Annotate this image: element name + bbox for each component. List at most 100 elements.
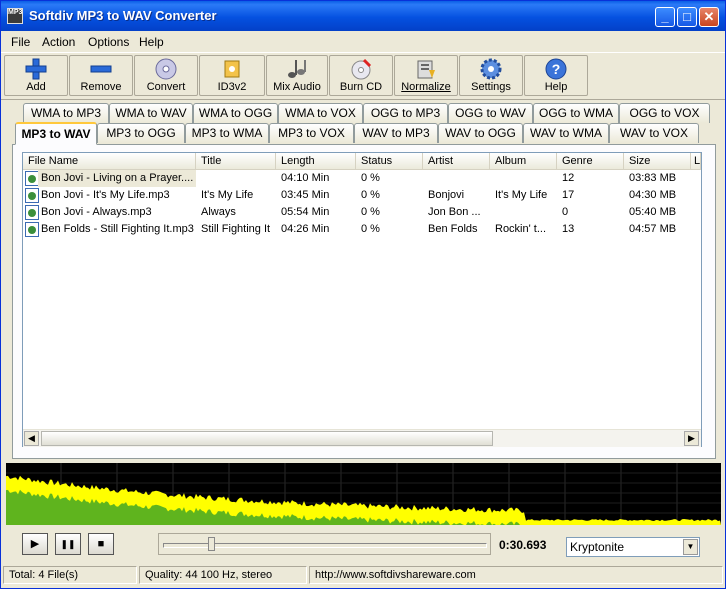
stop-button[interactable]: ■ xyxy=(88,533,114,555)
tab-ogg-to-mp3[interactable]: OGG to MP3 xyxy=(363,103,448,123)
remove-label: Remove xyxy=(80,81,122,93)
col-album[interactable]: Album xyxy=(490,153,557,169)
tab-mp3-to-wav[interactable]: MP3 to WAV xyxy=(15,122,97,145)
id3-tag-icon xyxy=(224,60,240,78)
tab-wav-to-vox[interactable]: WAV to VOX xyxy=(609,123,699,143)
tab-wav-to-mp3[interactable]: WAV to MP3 xyxy=(354,123,438,143)
horizontal-scrollbar[interactable]: ◀ ▶ xyxy=(23,429,701,447)
col-status[interactable]: Status xyxy=(356,153,423,169)
add-label: Add xyxy=(26,81,46,93)
cell-size: 04:30 MB xyxy=(629,189,677,201)
col-title[interactable]: Title xyxy=(196,153,276,169)
tab-wav-to-ogg[interactable]: WAV to OGG xyxy=(438,123,523,143)
cell-length: 04:26 Min xyxy=(281,223,330,235)
mp3-file-icon xyxy=(25,205,39,220)
cell-status: 0 % xyxy=(361,172,380,184)
tab-ogg-to-wma[interactable]: OGG to WMA xyxy=(533,103,619,123)
table-row[interactable]: Bon Jovi - Always.mp3 Always 05:54 Min 0… xyxy=(23,204,701,221)
remove-button[interactable]: Remove xyxy=(69,55,133,96)
cell-file-name: Ben Folds - Still Fighting It.mp3 xyxy=(41,223,194,235)
pause-button[interactable]: ❚❚ xyxy=(55,533,81,555)
table-row[interactable]: Bon Jovi - Living on a Prayer.... 04:10 … xyxy=(23,170,701,187)
normalize-button[interactable]: Normalize xyxy=(394,55,458,96)
cell-album xyxy=(490,170,557,187)
scroll-thumb[interactable] xyxy=(41,431,493,446)
tab-wma-to-wav[interactable]: WMA to WAV xyxy=(109,103,193,123)
scroll-left-button[interactable]: ◀ xyxy=(24,431,39,446)
stop-icon: ■ xyxy=(97,538,105,550)
col-size[interactable]: Size xyxy=(624,153,691,169)
cell-title: Still Fighting It xyxy=(201,223,271,235)
status-total-files: Total: 4 File(s) xyxy=(3,566,137,584)
window-title: Softdiv MP3 to WAV Converter xyxy=(29,8,217,23)
tab-panel: File Name Title Length Status Artist Alb… xyxy=(12,144,716,459)
help-button[interactable]: ? Help xyxy=(524,55,588,96)
cell-size: 04:57 MB xyxy=(629,223,677,235)
cell-genre: 0 xyxy=(562,206,569,218)
mix-audio-button[interactable]: Mix Audio xyxy=(266,55,328,96)
tab-mp3-to-ogg[interactable]: MP3 to OGG xyxy=(97,123,185,143)
chevron-down-icon[interactable]: ▼ xyxy=(683,539,698,555)
close-button[interactable]: ✕ xyxy=(699,7,719,27)
col-genre[interactable]: Genre xyxy=(557,153,624,169)
normalize-icon xyxy=(417,60,435,79)
tab-wav-to-wma[interactable]: WAV to WMA xyxy=(523,123,609,143)
normalize-label-text: Normalize xyxy=(401,81,451,93)
seek-bar[interactable] xyxy=(158,533,491,555)
app-icon: MP3 xyxy=(7,8,23,24)
table-row[interactable]: Ben Folds - Still Fighting It.mp3 Still … xyxy=(23,221,701,238)
burn-cd-button[interactable]: Burn CD xyxy=(329,55,393,96)
status-bar: Total: 4 File(s) Quality: 44 100 Hz, ste… xyxy=(1,564,725,588)
toolbar: Add Remove Convert ID3v2 Mix Audio Burn … xyxy=(1,52,725,100)
file-list[interactable]: File Name Title Length Status Artist Alb… xyxy=(22,152,702,447)
id3v2-button[interactable]: ID3v2 xyxy=(199,55,265,96)
cell-status: 0 % xyxy=(361,223,380,235)
col-artist[interactable]: Artist xyxy=(423,153,490,169)
cell-size: 05:40 MB xyxy=(629,206,677,218)
menu-file[interactable]: File xyxy=(11,35,30,49)
tab-mp3-to-wma[interactable]: MP3 to WMA xyxy=(185,123,269,143)
minimize-button[interactable]: _ xyxy=(655,7,675,27)
menu-options[interactable]: Options xyxy=(88,35,129,49)
list-header: File Name Title Length Status Artist Alb… xyxy=(23,153,701,170)
menu-bar: File Action Options Help xyxy=(1,31,725,51)
add-button[interactable]: Add xyxy=(4,55,68,96)
player-controls: ▶ ❚❚ ■ 0:30.693 Kryptonite ▼ xyxy=(1,527,725,563)
spectrum-visualizer xyxy=(6,463,721,525)
tab-wma-to-vox[interactable]: WMA to VOX xyxy=(278,103,363,123)
scroll-right-button[interactable]: ▶ xyxy=(684,431,699,446)
tab-ogg-to-vox[interactable]: OGG to VOX xyxy=(619,103,710,123)
cell-artist xyxy=(423,170,490,187)
tab-wma-to-ogg[interactable]: WMA to OGG xyxy=(193,103,278,123)
col-file-name[interactable]: File Name xyxy=(23,153,196,169)
minus-icon xyxy=(90,65,112,73)
table-row[interactable]: Bon Jovi - It's My Life.mp3 It's My Life… xyxy=(23,187,701,204)
maximize-button[interactable]: □ xyxy=(677,7,697,27)
pause-icon: ❚❚ xyxy=(60,539,76,549)
main-window: MP3 Softdiv MP3 to WAV Converter _ □ ✕ F… xyxy=(0,0,726,589)
cell-file-name: Bon Jovi - Living on a Prayer.... xyxy=(38,170,196,187)
mix-notes-icon xyxy=(288,60,306,78)
col-length[interactable]: Length xyxy=(276,153,356,169)
play-button[interactable]: ▶ xyxy=(22,533,48,555)
cell-status: 0 % xyxy=(361,206,380,218)
cell-length: 04:10 Min xyxy=(281,172,330,184)
id3v2-label: ID3v2 xyxy=(217,81,247,93)
menu-action[interactable]: Action xyxy=(42,35,75,49)
skin-select[interactable]: Kryptonite ▼ xyxy=(566,537,700,557)
menu-help[interactable]: Help xyxy=(139,35,164,49)
tab-ogg-to-wav[interactable]: OGG to WAV xyxy=(448,103,533,123)
cell-length: 05:54 Min xyxy=(281,206,330,218)
tab-wma-to-mp3[interactable]: WMA to MP3 xyxy=(23,103,109,123)
plus-icon xyxy=(25,58,47,80)
seek-slider-thumb[interactable] xyxy=(207,537,215,551)
tab-mp3-to-vox[interactable]: MP3 to VOX xyxy=(269,123,354,143)
mp3-file-icon xyxy=(25,222,39,237)
col-l[interactable]: L xyxy=(691,153,701,169)
title-bar[interactable]: MP3 Softdiv MP3 to WAV Converter _ □ ✕ xyxy=(1,1,725,31)
mix-audio-label: Mix Audio xyxy=(273,81,321,93)
convert-button[interactable]: Convert xyxy=(134,55,198,96)
cell-album: It's My Life xyxy=(495,189,548,201)
cell-file-name: Bon Jovi - It's My Life.mp3 xyxy=(41,189,170,201)
settings-button[interactable]: Settings xyxy=(459,55,523,96)
